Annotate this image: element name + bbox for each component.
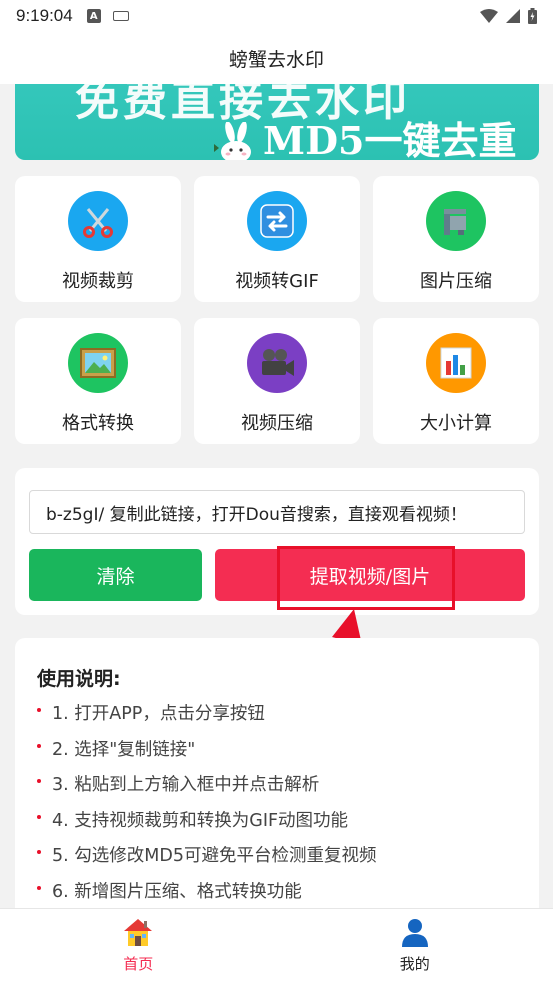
tile-label: 图片压缩	[420, 271, 492, 292]
bunny-icon	[214, 122, 251, 160]
nav-home[interactable]: 首页	[0, 909, 277, 983]
picture-frame-icon	[68, 333, 128, 393]
tool-image-compress[interactable]: 图片压缩	[373, 176, 539, 302]
bar-chart-icon	[426, 333, 486, 393]
tool-video-crop[interactable]: 视频裁剪	[15, 176, 181, 302]
keyboard-icon	[112, 11, 129, 21]
clamp-icon	[426, 191, 486, 251]
clear-button[interactable]: 清除	[29, 549, 202, 601]
bottom-nav: 首页 我的	[0, 908, 553, 983]
status-time: 9:19:04	[16, 6, 73, 25]
banner-main-text: MD5一键去重	[263, 118, 517, 160]
signal-icon	[506, 9, 520, 23]
status-bar: 9:19:04 A	[0, 0, 553, 32]
instructions-title: 使用说明:	[37, 668, 121, 690]
list-item: 6. 新增图片压缩、格式转换功能	[37, 877, 539, 913]
tile-label: 视频裁剪	[62, 271, 134, 292]
link-input[interactable]: b-z5gI/ 复制此链接，打开Dou音搜索，直接观看视频！	[29, 490, 525, 534]
tool-video-compress[interactable]: 视频压缩	[194, 318, 360, 444]
annotation-highlight-box	[277, 546, 455, 610]
battery-icon	[528, 8, 537, 24]
nav-mine-label: 我的	[399, 955, 430, 973]
tool-video-to-gif[interactable]: 视频转GIF	[194, 176, 360, 302]
list-item: 1. 打开APP，点击分享按钮	[37, 699, 539, 735]
video-camera-icon	[247, 333, 307, 393]
app-title: 螃蟹去水印	[228, 48, 324, 71]
nav-mine[interactable]: 我的	[277, 909, 553, 983]
promo-banner[interactable]: 免费直接去水印 MD5一键去重	[15, 84, 539, 160]
tool-format-convert[interactable]: 格式转换	[15, 318, 181, 444]
list-item: 3. 粘贴到上方输入框中并点击解析	[37, 770, 539, 806]
instructions-list: 1. 打开APP，点击分享按钮 2. 选择"复制链接" 3. 粘贴到上方输入框中…	[37, 699, 539, 912]
tile-label: 视频转GIF	[235, 271, 319, 292]
house-icon	[124, 919, 153, 946]
instructions-card: 使用说明: 1. 打开APP，点击分享按钮 2. 选择"复制链接" 3. 粘贴到…	[15, 638, 539, 928]
tile-label: 格式转换	[62, 413, 134, 434]
tool-size-calc[interactable]: 大小计算	[373, 318, 539, 444]
tile-label: 大小计算	[420, 413, 492, 434]
swap-icon	[247, 191, 307, 251]
nav-home-label: 首页	[123, 955, 154, 973]
list-item: 5. 勾选修改MD5可避免平台检测重复视频	[37, 841, 539, 877]
app-bar: 螃蟹去水印	[0, 32, 553, 84]
wifi-icon	[480, 9, 498, 23]
list-item: 4. 支持视频裁剪和转换为GIF动图功能	[37, 806, 539, 842]
notification-a-icon: A	[86, 9, 101, 23]
scissors-icon	[68, 191, 128, 251]
user-icon	[401, 919, 428, 947]
list-item: 2. 选择"复制链接"	[37, 735, 539, 771]
tile-label: 视频压缩	[241, 413, 313, 434]
